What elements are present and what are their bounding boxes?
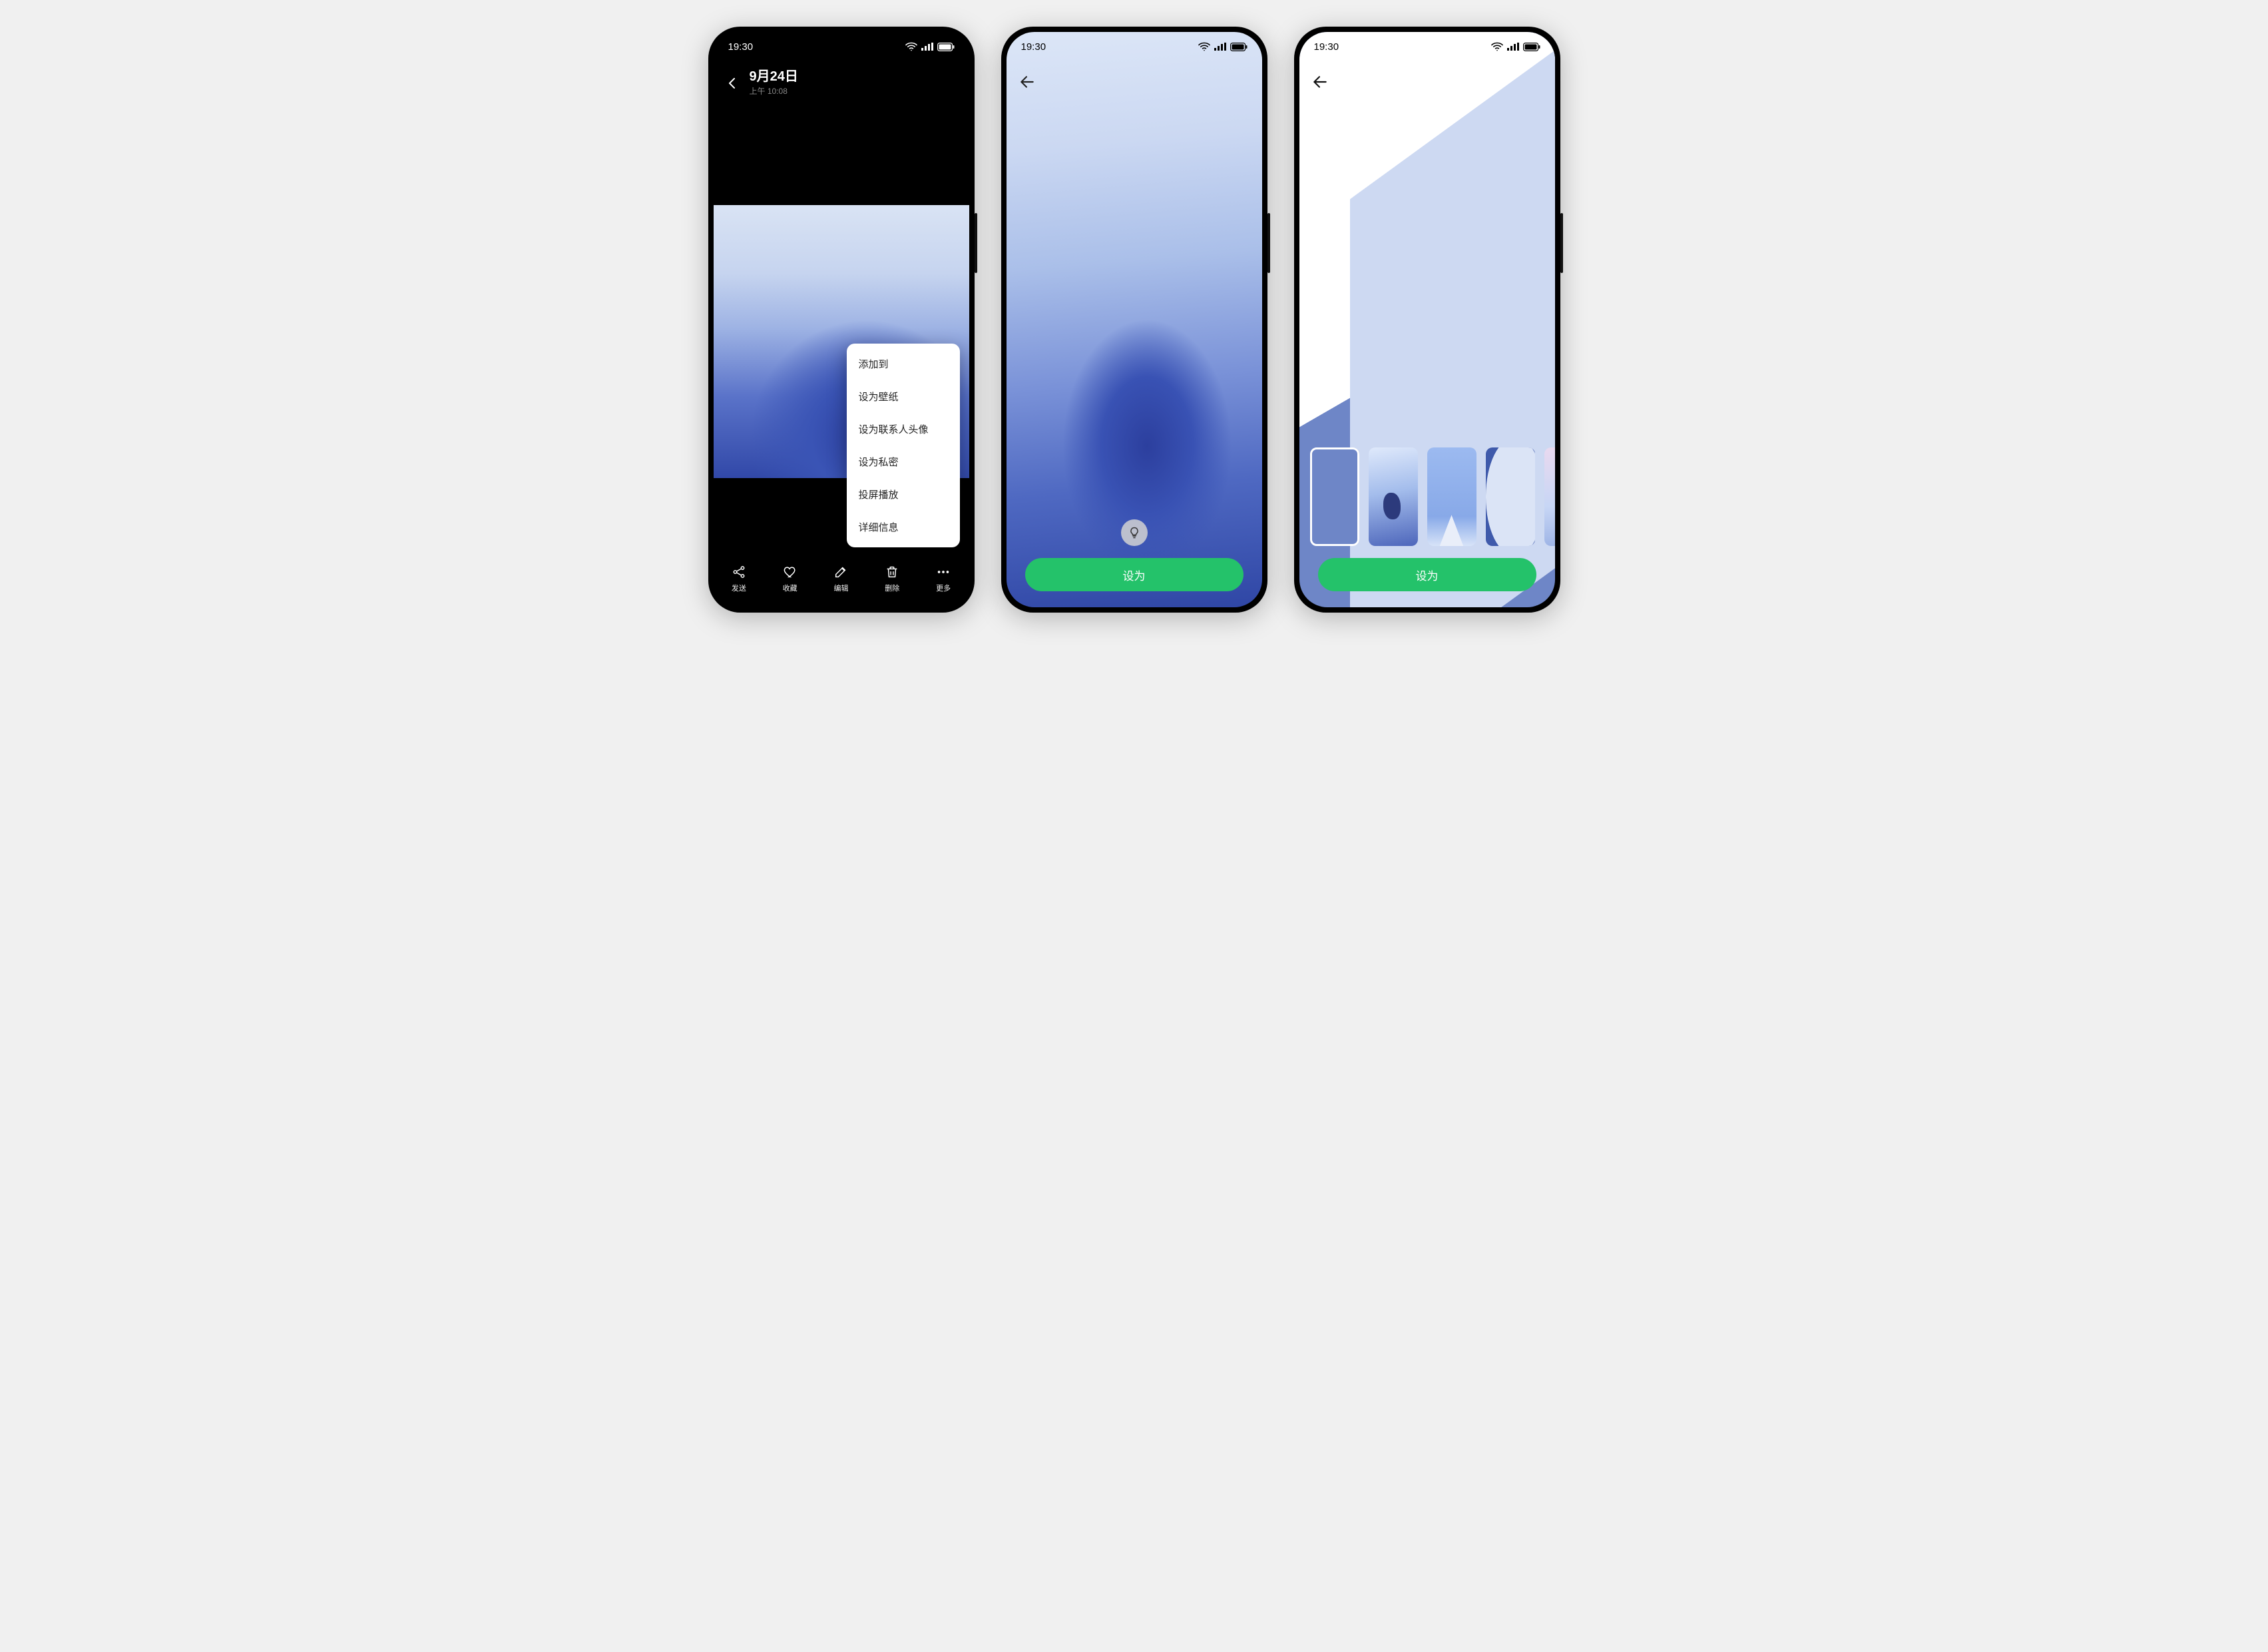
delete-button[interactable]: 删除: [872, 565, 912, 593]
trash-icon: [885, 565, 899, 579]
apply-button[interactable]: 设为: [1318, 558, 1536, 591]
back-button[interactable]: [724, 75, 740, 91]
gallery-header: 9月24日 上午 10:08: [714, 69, 969, 97]
signal-icon: [1507, 43, 1519, 51]
status-icons: [1198, 42, 1247, 51]
apply-label: 设为: [1416, 567, 1439, 583]
more-button[interactable]: 更多: [923, 565, 963, 593]
phone-mockup-1: 19:30 9月24日 上午 10:08 添加到 设为壁纸 设为联系人头像 设为…: [708, 27, 975, 613]
signal-icon: [1214, 43, 1226, 51]
photo-date: 9月24日: [750, 69, 798, 84]
more-options-menu: 添加到 设为壁纸 设为联系人头像 设为私密 投屏播放 详细信息: [847, 344, 960, 547]
header-text: 9月24日 上午 10:08: [750, 69, 798, 97]
wallpaper-thumb-5[interactable]: [1544, 447, 1555, 546]
back-button[interactable]: [1019, 73, 1036, 91]
lightbulb-icon: [1128, 526, 1141, 539]
edit-icon: [833, 565, 848, 579]
menu-set-wallpaper[interactable]: 设为壁纸: [847, 380, 960, 413]
apply-label: 设为: [1123, 567, 1146, 583]
menu-details[interactable]: 详细信息: [847, 511, 960, 543]
favorite-button[interactable]: 收藏: [770, 565, 810, 593]
wifi-icon: [905, 42, 917, 51]
phone-mockup-3: 19:30 设为: [1294, 27, 1560, 613]
status-bar: 19:30: [1007, 32, 1262, 61]
back-button[interactable]: [1311, 73, 1329, 91]
send-label: 发送: [732, 583, 746, 593]
status-bar: 19:30: [1299, 32, 1555, 61]
status-time: 19:30: [1021, 41, 1046, 53]
wifi-icon: [1198, 42, 1210, 51]
arrow-left-icon: [1019, 73, 1036, 91]
delete-label: 删除: [885, 583, 899, 593]
photo-time: 上午 10:08: [750, 85, 798, 97]
bottom-toolbar: 发送 收藏 编辑 删除 更多: [714, 554, 969, 607]
menu-set-private[interactable]: 设为私密: [847, 445, 960, 478]
signal-icon: [921, 43, 933, 51]
wifi-icon: [1491, 42, 1503, 51]
wallpaper-thumb-3[interactable]: [1427, 447, 1476, 546]
share-icon: [732, 565, 746, 579]
favorite-label: 收藏: [783, 583, 797, 593]
menu-cast[interactable]: 投屏播放: [847, 478, 960, 511]
status-icons: [1491, 42, 1540, 51]
status-icons: [905, 42, 955, 51]
wallpaper-thumb-1[interactable]: [1310, 447, 1359, 546]
battery-icon: [1523, 43, 1540, 51]
idea-button[interactable]: [1121, 519, 1148, 546]
send-button[interactable]: 发送: [719, 565, 759, 593]
screen-wallpaper-preview: 19:30 设为: [1007, 32, 1262, 607]
status-bar: 19:30: [714, 32, 969, 61]
screen-wallpaper-picker: 19:30 设为: [1299, 32, 1555, 607]
wallpaper-thumb-2[interactable]: [1369, 447, 1418, 546]
heart-icon: [783, 565, 797, 579]
apply-button[interactable]: 设为: [1025, 558, 1244, 591]
phone-mockup-2: 19:30 设为: [1001, 27, 1267, 613]
more-label: 更多: [936, 583, 951, 593]
arrow-left-icon: [1311, 73, 1329, 91]
menu-add-to[interactable]: 添加到: [847, 348, 960, 380]
menu-set-contact[interactable]: 设为联系人头像: [847, 413, 960, 445]
arrow-left-icon: [724, 75, 740, 91]
screen-gallery-detail: 19:30 9月24日 上午 10:08 添加到 设为壁纸 设为联系人头像 设为…: [714, 32, 969, 607]
battery-icon: [937, 43, 955, 51]
edit-button[interactable]: 编辑: [821, 565, 861, 593]
wallpaper-thumbnails[interactable]: [1310, 447, 1555, 546]
status-time: 19:30: [1314, 41, 1339, 53]
wallpaper-thumb-4[interactable]: [1486, 447, 1535, 546]
battery-icon: [1230, 43, 1247, 51]
edit-label: 编辑: [833, 583, 848, 593]
status-time: 19:30: [728, 41, 754, 53]
more-icon: [936, 565, 951, 579]
